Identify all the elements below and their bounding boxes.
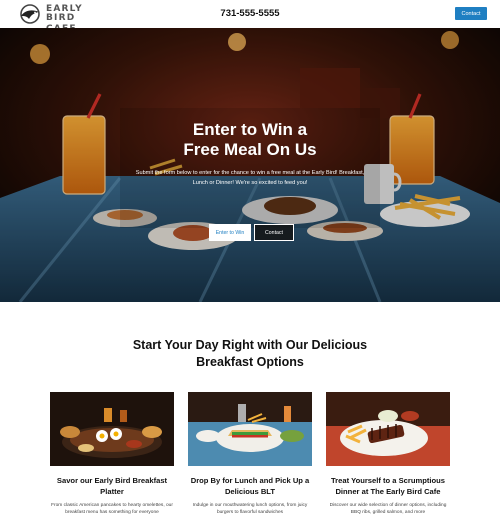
hero-contact-button[interactable]: Contact [254, 224, 294, 241]
lunch-image [188, 392, 312, 466]
hero-title: Enter to Win a Free Meal On Us [150, 120, 350, 160]
card-title: Drop By for Lunch and Pick Up a Deliciou… [190, 476, 310, 496]
hero-section: Enter to Win a Free Meal On Us Submit th… [0, 28, 500, 302]
header-contact-button[interactable]: Contact [455, 7, 487, 20]
card-description: Discover our wide selection of dinner op… [329, 503, 447, 515]
enter-to-win-button[interactable]: Enter to Win [209, 224, 251, 241]
site-header: EARLY BIRD CAFE 731-555-5555 Contact [0, 0, 500, 34]
dinner-image [326, 392, 450, 466]
section-title: Start Your Day Right with Our Delicious … [110, 337, 390, 371]
site-logo[interactable]: EARLY BIRD CAFE [18, 3, 108, 34]
card-breakfast[interactable]: Savor our Early Bird Breakfast Platter F… [50, 392, 174, 516]
section-title-line2: Breakfast Options [196, 355, 304, 369]
hero-buttons: Enter to Win Contact [0, 224, 500, 242]
breakfast-image [50, 392, 174, 466]
card-title: Savor our Early Bird Breakfast Platter [56, 476, 168, 496]
card-description: Indulge in our mouthwatering lunch optio… [192, 503, 308, 515]
card-dinner[interactable]: Treat Yourself to a Scrumptious Dinner a… [326, 392, 450, 516]
phone-number[interactable]: 731-555-5555 [210, 8, 290, 19]
card-lunch[interactable]: Drop By for Lunch and Pick Up a Deliciou… [188, 392, 312, 516]
hero-title-line2: Free Meal On Us [183, 140, 317, 159]
hero-background-image [0, 28, 500, 302]
logo-line1: EARLY BIRD [46, 4, 83, 23]
hero-subtitle: Submit the form below to enter for the c… [135, 170, 365, 186]
card-description: From classic American pancakes to hearty… [51, 503, 173, 515]
section-title-line1: Start Your Day Right with Our Delicious [132, 338, 368, 352]
card-title: Treat Yourself to a Scrumptious Dinner a… [330, 476, 446, 496]
hero-title-line1: Enter to Win a [192, 120, 308, 139]
bird-logo-icon [20, 4, 40, 24]
